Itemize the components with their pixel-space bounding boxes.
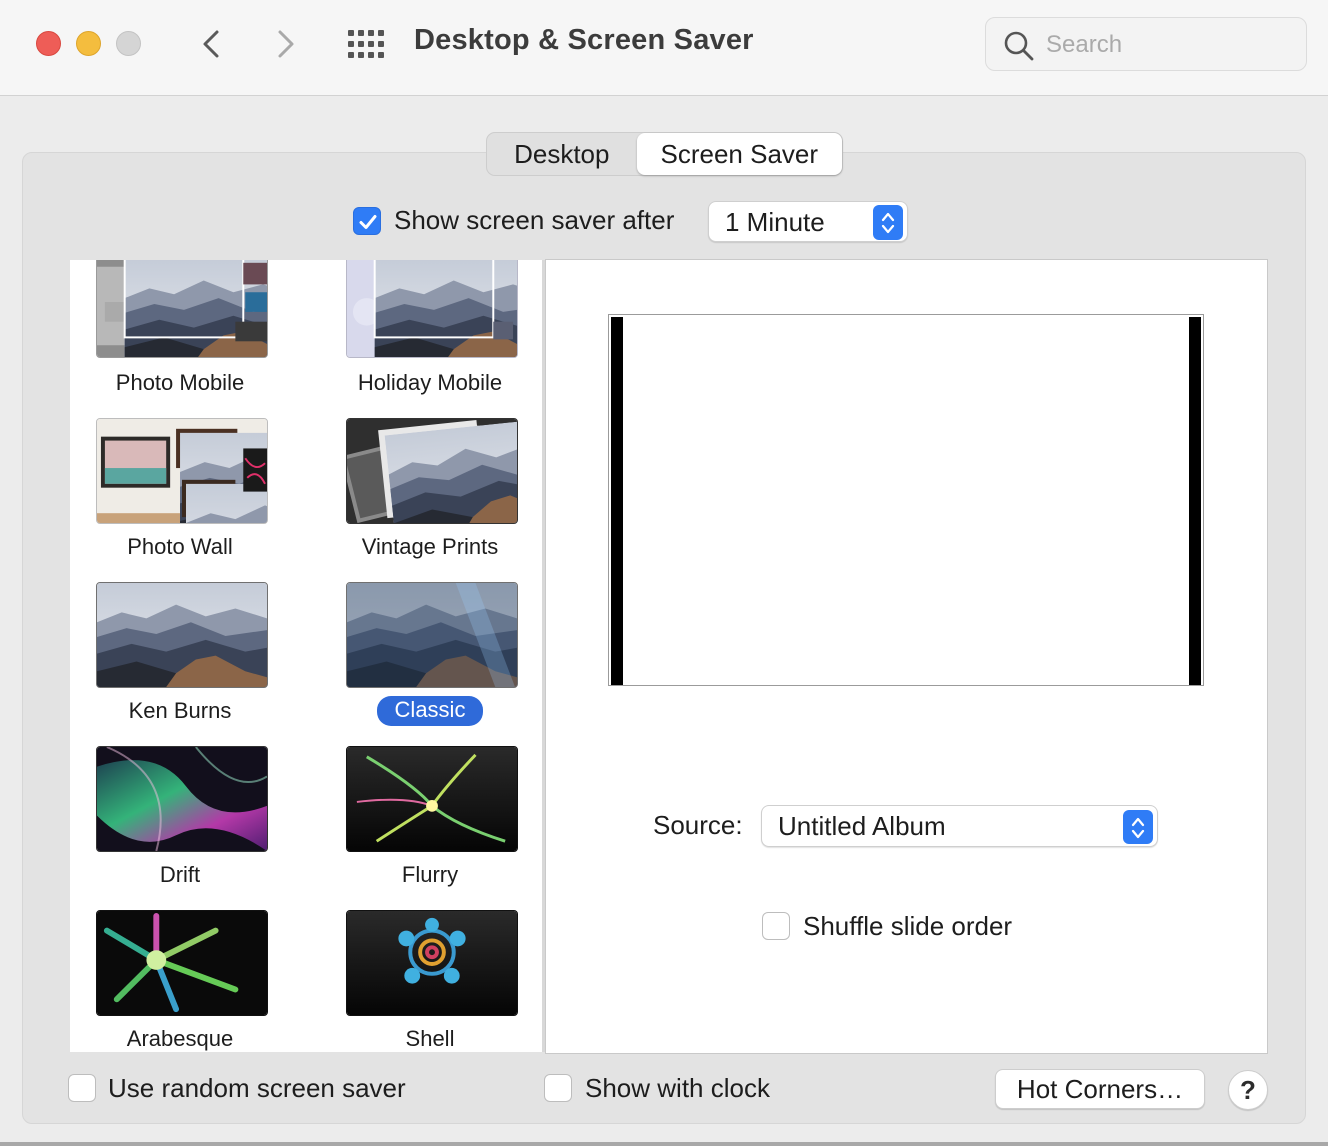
- shell-thumbnail[interactable]: [346, 910, 518, 1016]
- show-screen-saver-after-label: Show screen saver after: [394, 205, 675, 235]
- shuffle-slide-order-checkbox[interactable]: [762, 912, 790, 940]
- forward-button[interactable]: [268, 24, 302, 64]
- show-all-preferences-button[interactable]: [346, 28, 386, 60]
- source-label: Source:: [653, 810, 743, 840]
- chevron-right-icon: [278, 30, 294, 58]
- tab-screen-saver[interactable]: Screen Saver: [636, 133, 842, 175]
- help-button[interactable]: ?: [1228, 1070, 1268, 1110]
- minimize-window-button[interactable]: [76, 31, 101, 56]
- chevron-left-icon: [203, 30, 219, 58]
- window-bottom-edge: [0, 1142, 1328, 1146]
- source-popup[interactable]: Untitled Album: [761, 805, 1158, 847]
- saver-label-drift: Drift: [159, 862, 201, 887]
- use-random-screen-saver-label: Use random screen saver: [108, 1073, 406, 1103]
- start-after-value: 1 Minute: [725, 207, 825, 237]
- vintage-prints-thumbnail[interactable]: [346, 418, 518, 524]
- arabesque-thumbnail[interactable]: [96, 910, 268, 1016]
- shuffle-slide-order-label: Shuffle slide order: [803, 911, 1013, 941]
- window-title: Desktop & Screen Saver: [414, 24, 754, 56]
- start-after-popup[interactable]: 1 Minute: [708, 201, 908, 242]
- search-icon: [1004, 31, 1034, 61]
- search-input[interactable]: [1046, 26, 1286, 64]
- saver-label-shell: Shell: [405, 1026, 455, 1051]
- show-screen-saver-after-checkbox[interactable]: [353, 207, 381, 235]
- title-bar: Desktop & Screen Saver: [0, 0, 1328, 96]
- letterbox-bar-right: [1189, 317, 1201, 685]
- show-with-clock-checkbox[interactable]: [544, 1074, 572, 1102]
- popup-stepper-icon: [1123, 810, 1153, 844]
- tab-bar: Desktop Screen Saver: [486, 132, 843, 176]
- saver-label-ken-burns: Ken Burns: [128, 698, 232, 723]
- saver-label-arabesque: Arabesque: [126, 1026, 234, 1051]
- saver-label-vintage-prints: Vintage Prints: [361, 534, 499, 559]
- hot-corners-button[interactable]: Hot Corners…: [995, 1069, 1205, 1109]
- close-window-button[interactable]: [36, 31, 61, 56]
- photo-wall-thumbnail[interactable]: [96, 418, 268, 524]
- show-with-clock-label: Show with clock: [585, 1073, 770, 1103]
- grid-icon: [348, 30, 384, 58]
- photo-mobile-thumbnail[interactable]: [96, 260, 268, 358]
- saver-label-flurry: Flurry: [401, 862, 459, 887]
- screen-saver-preview: [608, 314, 1204, 686]
- holiday-mobile-thumbnail[interactable]: [346, 260, 518, 358]
- popup-stepper-icon: [873, 205, 903, 240]
- letterbox-bar-left: [611, 317, 623, 685]
- saver-label-photo-wall: Photo Wall: [127, 534, 233, 559]
- flurry-thumbnail[interactable]: [346, 746, 518, 852]
- checkmark-icon: [359, 215, 377, 229]
- back-button[interactable]: [195, 24, 229, 64]
- classic-thumbnail[interactable]: [346, 582, 518, 688]
- screen-saver-list[interactable]: Photo Mobile Holiday Mobile Photo Wall V…: [70, 260, 542, 1052]
- ken-burns-thumbnail[interactable]: [96, 582, 268, 688]
- search-field[interactable]: [985, 17, 1307, 71]
- saver-label-classic: Classic: [330, 696, 530, 726]
- saver-label-photo-mobile: Photo Mobile: [115, 370, 245, 395]
- use-random-screen-saver-checkbox[interactable]: [68, 1074, 96, 1102]
- drift-thumbnail[interactable]: [96, 746, 268, 852]
- zoom-window-button: [116, 31, 141, 56]
- source-value: Untitled Album: [778, 811, 946, 841]
- tab-desktop[interactable]: Desktop: [487, 133, 637, 175]
- saver-label-holiday-mobile: Holiday Mobile: [357, 370, 503, 395]
